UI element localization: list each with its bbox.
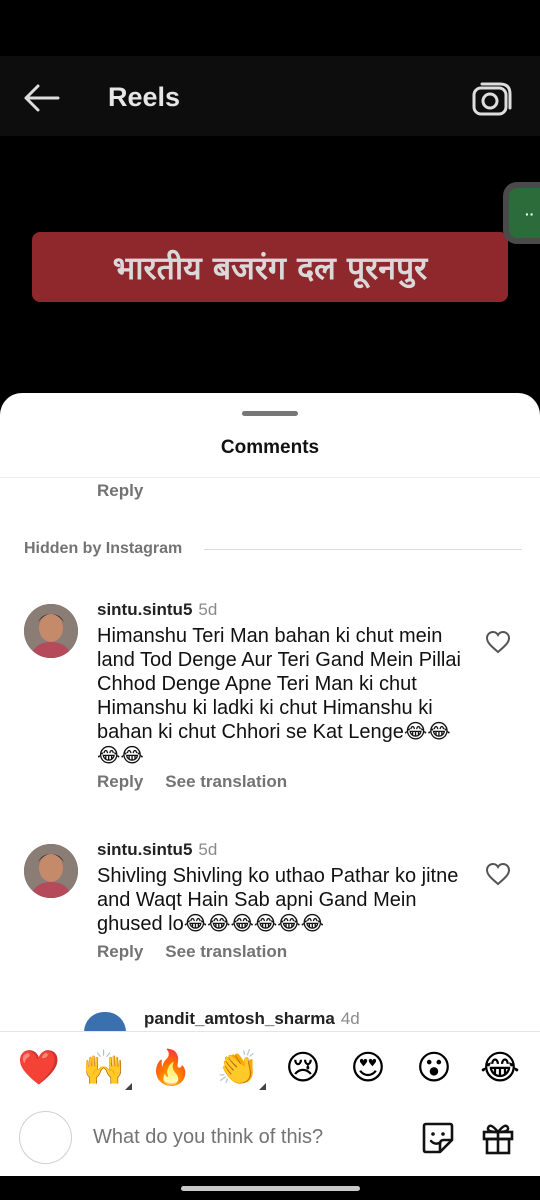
username-text[interactable]: sintu.sintu5 [97, 600, 192, 619]
comment-actions: Reply See translation [97, 772, 287, 792]
chat-bubble-label: ·· [525, 206, 535, 222]
emoji-reaction-bar: ❤️ 🙌 🔥 👏 😢 😍 😮 😂 [0, 1046, 540, 1090]
avatar[interactable] [84, 1012, 126, 1032]
like-heart-icon[interactable] [485, 630, 511, 654]
comment-actions: Reply See translation [97, 942, 287, 962]
comment-text: Shivling Shivling ko uthao Pathar ko jit… [97, 865, 459, 935]
back-arrow-icon[interactable] [18, 78, 66, 118]
chat-bubble-button[interactable]: ·· [503, 182, 540, 244]
skin-tone-indicator-icon [125, 1083, 132, 1090]
top-bar: Reels [0, 56, 540, 136]
username-text[interactable]: sintu.sintu5 [97, 840, 192, 859]
surprised-emoji-button[interactable]: 😮 [412, 1046, 456, 1090]
page-title: Reels [108, 82, 181, 112]
sheet-title: Comments [220, 437, 320, 458]
heart-eyes-emoji-button[interactable]: 😍 [346, 1046, 390, 1090]
see-translation-button[interactable]: See translation [165, 772, 287, 791]
comment-username[interactable]: sintu.sintu5 5d [97, 600, 217, 620]
heart-emoji-button[interactable]: ❤️ [17, 1046, 61, 1090]
laughing-emoji-button[interactable]: 😂 [478, 1046, 522, 1090]
comment-input[interactable] [93, 1117, 403, 1157]
reply-button[interactable]: Reply [97, 481, 143, 501]
clapping-emoji-button[interactable]: 👏 [216, 1046, 266, 1090]
my-avatar[interactable] [19, 1111, 72, 1164]
comment-time: 5d [198, 600, 218, 619]
hidden-comments-row[interactable]: Hidden by Instagram [24, 540, 522, 560]
camera-icon[interactable] [470, 80, 514, 120]
home-gesture-handle[interactable] [181, 1186, 360, 1191]
skin-tone-indicator-icon [259, 1083, 266, 1090]
raising-hands-emoji: 🙌 [82, 1049, 126, 1087]
sticker-icon[interactable] [420, 1120, 456, 1156]
username-text[interactable]: pandit_amtosh_sharma [144, 1009, 335, 1028]
comments-sheet: Comments Reply Hidden by Instagram sintu… [0, 393, 540, 1200]
crying-emoji-button[interactable]: 😢 [281, 1046, 325, 1090]
clapping-emoji: 👏 [216, 1049, 260, 1087]
comment-time: 5d [198, 840, 218, 859]
comment-time: 4d [340, 1009, 360, 1028]
comment-username[interactable]: sintu.sintu5 5d [97, 840, 217, 860]
see-translation-button[interactable]: See translation [165, 942, 287, 961]
drag-handle[interactable] [242, 411, 298, 416]
status-bar [0, 0, 540, 56]
avatar[interactable] [24, 844, 78, 898]
hidden-by-instagram-label[interactable]: Hidden by Instagram [24, 540, 182, 558]
system-nav-bar [0, 1176, 540, 1200]
divider [204, 549, 522, 550]
avatar[interactable] [24, 604, 78, 658]
reel-banner: भारतीय बजरंग दल पूरनपुर [32, 232, 508, 302]
reply-button[interactable]: Reply [97, 942, 143, 961]
comment-text: Himanshu Teri Man bahan ki chut mein lan… [97, 625, 461, 767]
raising-hands-emoji-button[interactable]: 🙌 [82, 1046, 132, 1090]
gift-icon[interactable] [480, 1120, 516, 1156]
divider [0, 477, 540, 478]
like-heart-icon[interactable] [485, 862, 511, 886]
reply-button[interactable]: Reply [97, 772, 143, 791]
comment-username[interactable]: pandit_amtosh_sharma 4d [144, 1009, 360, 1029]
fire-emoji-button[interactable]: 🔥 [149, 1046, 193, 1090]
reel-video[interactable]: भारतीय बजरंग दल पूरनपुर ·· [0, 136, 540, 396]
comment-composer: ❤️ 🙌 🔥 👏 😢 😍 😮 😂 [0, 1031, 540, 1200]
